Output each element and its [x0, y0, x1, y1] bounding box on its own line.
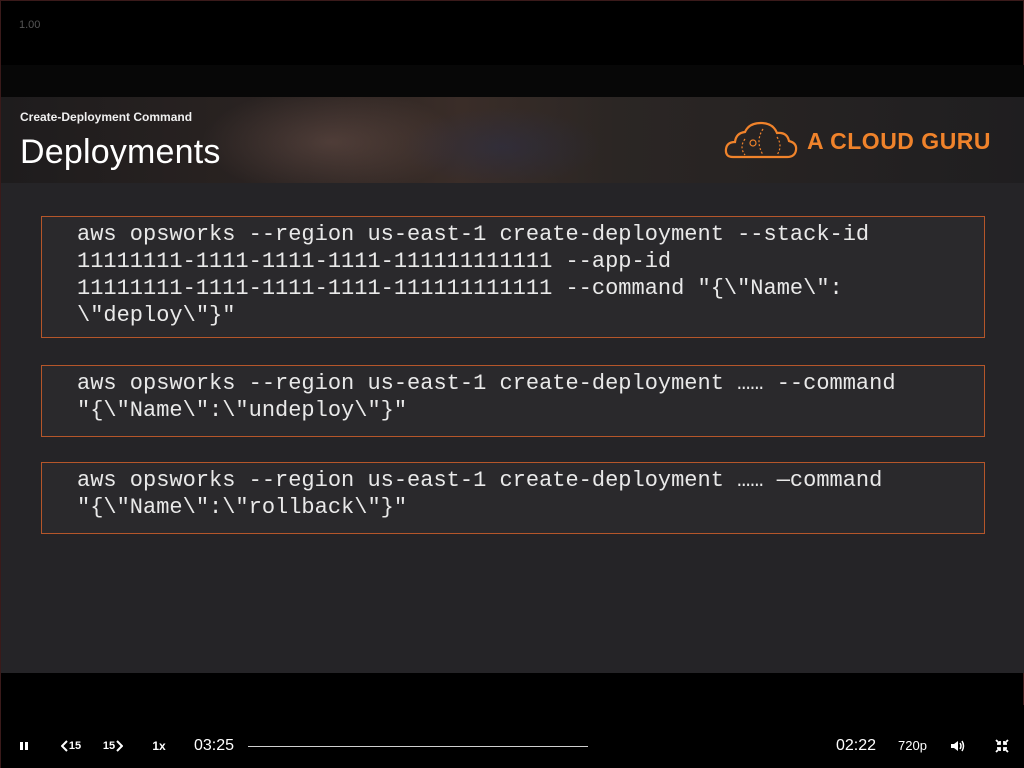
- chevron-right-icon: [116, 740, 124, 752]
- exit-fullscreen-icon: [995, 739, 1009, 753]
- letterbox-band: [1, 65, 1024, 97]
- code-line: 11111111-1111-1111-1111-111111111111 --c…: [77, 276, 843, 301]
- code-line: aws opsworks --region us-east-1 create-d…: [77, 468, 883, 493]
- code-line: "{\"Name\":\"undeploy\"}": [77, 398, 408, 423]
- code-line: aws opsworks --region us-east-1 create-d…: [77, 222, 870, 247]
- pause-icon: [20, 742, 28, 750]
- code-line: "{\"Name\":\"rollback\"}": [77, 495, 408, 520]
- video-player[interactable]: 1.00 Create-Deployment Command Deploymen…: [0, 0, 1024, 768]
- forward-15-button[interactable]: 15: [99, 735, 127, 757]
- cloud-logo-icon: [724, 121, 798, 159]
- pause-button[interactable]: [13, 735, 35, 757]
- brand-name: A CLOUD GURU: [807, 127, 992, 154]
- code-block-undeploy: aws opsworks --region us-east-1 create-d…: [41, 365, 985, 437]
- code-block-deploy: aws opsworks --region us-east-1 create-d…: [41, 216, 985, 338]
- remaining-time: 02:22: [836, 737, 877, 754]
- brand-logo: A CLOUD GURU: [723, 119, 991, 163]
- rewind-15-button[interactable]: 15: [57, 735, 85, 757]
- player-controls: 15 15 1x 03:25 02:22 720p: [1, 705, 1024, 768]
- slide: Create-Deployment Command Deployments A …: [1, 97, 1024, 673]
- progress-bar[interactable]: [248, 746, 588, 747]
- volume-icon: [951, 740, 965, 752]
- playback-speed-button[interactable]: 1x: [147, 735, 171, 757]
- slide-header: Create-Deployment Command Deployments A …: [1, 97, 1024, 183]
- slide-subtitle: Create-Deployment Command: [20, 110, 193, 124]
- code-line: \"deploy\"}": [77, 303, 236, 328]
- code-block-rollback: aws opsworks --region us-east-1 create-d…: [41, 462, 985, 534]
- code-line: aws opsworks --region us-east-1 create-d…: [77, 371, 896, 396]
- playback-speed-indicator: 1.00: [19, 19, 41, 31]
- slide-title: Deployments: [20, 133, 221, 171]
- volume-button[interactable]: [947, 735, 969, 757]
- rewind-label: 15: [68, 740, 82, 752]
- code-line: 11111111-1111-1111-1111-111111111111 --a…: [77, 249, 672, 274]
- exit-fullscreen-button[interactable]: [991, 735, 1013, 757]
- elapsed-time: 03:25: [194, 737, 235, 754]
- quality-selector[interactable]: 720p: [898, 738, 927, 753]
- forward-label: 15: [102, 740, 116, 752]
- chevron-left-icon: [60, 740, 68, 752]
